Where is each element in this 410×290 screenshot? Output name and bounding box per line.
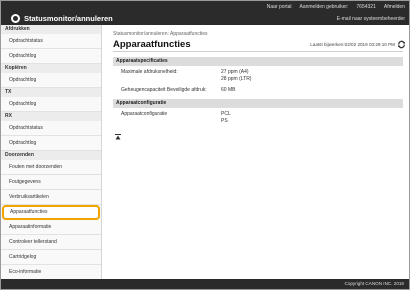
sidebar-item-tx-job-log[interactable]: Opdrachtlog	[1, 97, 101, 112]
sidebar-section-tx: TX	[1, 88, 101, 97]
sidebar-item-consumables[interactable]: Verbruiksartikelen	[1, 190, 101, 205]
portal-link[interactable]: Naar portal	[267, 4, 292, 10]
sidebar-section-rx: RX	[1, 112, 101, 121]
sidebar-item-device-features[interactable]: Apparaatfuncties	[2, 205, 100, 220]
config-section-header: Apparaatconfiguratie	[113, 99, 403, 108]
sidebar-section-copy: Kopiëren	[1, 64, 101, 73]
config-value-pcl: PCL	[221, 111, 231, 117]
mail-admin-link[interactable]: E-mail naar systeembeheerder	[337, 16, 405, 22]
spec-section-header: Apparaatspecificaties	[113, 57, 403, 66]
top-bar: Naar portal Aanmelden gebruiker: 7654321…	[1, 1, 409, 25]
sidebar-section-forward: Doorzenden	[1, 151, 101, 160]
app-title-text: Statusmonitor/annuleren	[24, 14, 113, 23]
sidebar-item-print-job-status[interactable]: Opdrachtstatus	[1, 34, 101, 49]
sidebar-item-eco-info[interactable]: Eco-informatie	[1, 265, 101, 280]
sidebar-section-print: Afdrukken	[1, 25, 101, 34]
sidebar-item-cartridge-log[interactable]: Cartridgelog	[1, 250, 101, 265]
sidebar-item-error-info[interactable]: Foutgegevens	[1, 175, 101, 190]
spec-value-speed-ltr: 28 ppm (LTR)	[221, 76, 252, 82]
sidebar-item-rx-job-status[interactable]: Opdrachtstatus	[1, 121, 101, 136]
login-user-label: Aanmelden gebruiker:	[299, 4, 349, 10]
sidebar: Afdrukken Opdrachtstatus Opdrachtlog Kop…	[1, 25, 102, 280]
refresh-icon[interactable]	[397, 40, 406, 49]
title-divider	[113, 51, 403, 52]
app-title: Statusmonitor/annuleren	[11, 14, 113, 23]
last-updated: Laatst bijwerken:02/02 2019 03:29:10 PM	[310, 42, 395, 47]
sidebar-item-rx-job-log[interactable]: Opdrachtlog	[1, 136, 101, 151]
sidebar-item-forward-errors[interactable]: Fouten met doorzenden	[1, 160, 101, 175]
status-monitor-icon	[11, 14, 20, 23]
copyright-text: Copyright CANON INC. 2018	[344, 281, 405, 286]
main-content: Statusmonitor/annuleren: Apparaatfunctie…	[103, 25, 409, 279]
config-label: Apparaatconfiguratie	[121, 111, 168, 117]
spec-value-speed-a4: 27 ppm (A4)	[221, 69, 249, 75]
spec-label-memory: Geheugencapaciteit Beveiligde afdruk:	[121, 87, 207, 93]
back-to-top-icon[interactable]	[114, 133, 122, 141]
spec-value-memory: 60 MB	[221, 87, 236, 93]
logout-link[interactable]: Afmelden	[384, 4, 405, 10]
sidebar-item-copy-job-log[interactable]: Opdrachtlog	[1, 73, 101, 88]
browser-frame: Naar portal Aanmelden gebruiker: 7654321…	[0, 0, 410, 290]
footer: Copyright CANON INC. 2018	[1, 279, 409, 289]
page-title: Apparaatfuncties	[113, 39, 191, 50]
spec-label-max-speed: Maximale afdruksnelheid:	[121, 69, 178, 75]
sidebar-item-counter-check[interactable]: Controleer tellerstand	[1, 235, 101, 250]
sidebar-item-print-job-log[interactable]: Opdrachtlog	[1, 49, 101, 64]
header-links: Naar portal Aanmelden gebruiker: 7654321…	[267, 4, 405, 10]
sidebar-item-device-info[interactable]: Apparaatinformatie	[1, 220, 101, 235]
breadcrumb: Statusmonitor/annuleren: Apparaatfunctie…	[113, 31, 208, 37]
config-value-ps: PS	[221, 118, 228, 124]
user-id: 7654321	[356, 4, 376, 10]
